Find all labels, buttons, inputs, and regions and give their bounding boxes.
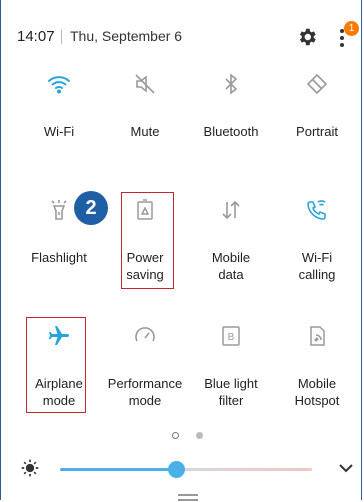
tile-wifi[interactable]: Wi-Fi (16, 62, 102, 180)
page-dot-current[interactable] (172, 432, 179, 439)
divider (61, 29, 62, 44)
tile-label-line: Mobile (297, 376, 337, 391)
tile-blue-light-filter[interactable]: B Blue light filter (188, 314, 274, 432)
tile-label-line: Hotspot (294, 393, 340, 408)
bluetooth-icon (225, 73, 238, 95)
tile-label: Mute (130, 124, 160, 139)
wifi-calling-icon (307, 200, 326, 220)
notification-badge: 1 (344, 21, 359, 36)
tile-mute[interactable]: Mute (102, 62, 188, 180)
tile-label: Wi-Fi calling (274, 249, 360, 283)
brightness-icon (21, 459, 39, 477)
highlight-power-saving (121, 192, 174, 289)
tile-label: Portrait (296, 124, 338, 139)
tile-label: Performance mode (102, 375, 188, 409)
tile-label-line: Wi-Fi (301, 250, 333, 265)
tile-label-line: Performance (107, 376, 183, 391)
tile-label: Wi-Fi (43, 124, 75, 139)
date: Thu, September 6 (70, 28, 183, 44)
tile-label-line: Blue light (204, 376, 258, 391)
brightness-fill (60, 468, 176, 471)
wifi-icon (48, 76, 70, 94)
performance-icon (135, 327, 155, 342)
flashlight-icon (51, 200, 67, 220)
tile-wifi-calling[interactable]: Wi-Fi calling (274, 188, 360, 306)
drag-handle[interactable] (178, 494, 198, 496)
tile-label: Mobile data (188, 249, 274, 283)
blue-light-icon: B (222, 326, 240, 346)
chevron-down-icon[interactable] (338, 462, 354, 474)
hotspot-icon (310, 326, 325, 346)
clock: 14:07 (17, 28, 55, 45)
tile-label: Flashlight (31, 250, 87, 265)
tile-label: Bluetooth (203, 124, 259, 139)
drag-handle-line (178, 499, 198, 501)
tile-label-line: filter (218, 393, 244, 408)
highlight-airplane-mode (26, 317, 86, 413)
brightness-slider[interactable] (60, 461, 312, 478)
tile-performance-mode[interactable]: Performance mode (102, 314, 188, 432)
tile-label: Mobile Hotspot (274, 375, 360, 409)
step-callout-badge: 2 (74, 191, 108, 225)
tile-label: Blue light filter (188, 375, 274, 409)
page-indicator (172, 432, 212, 442)
status-bar: 14:07 Thu, September 6 1 (0, 0, 364, 62)
tile-portrait[interactable]: Portrait (274, 62, 360, 180)
svg-text:B: B (228, 332, 235, 343)
tile-mobile-hotspot[interactable]: Mobile Hotspot (274, 314, 360, 432)
page-dot[interactable] (196, 432, 203, 439)
portrait-icon (306, 73, 328, 95)
brightness-knob[interactable] (168, 461, 185, 478)
tile-label-line: calling (298, 267, 336, 282)
tile-label-line: mode (128, 393, 162, 408)
tile-mobile-data[interactable]: Mobile data (188, 188, 274, 306)
mute-icon (135, 74, 155, 94)
brightness-track (176, 468, 312, 471)
tile-label-line: Mobile (211, 250, 251, 265)
mobile-data-icon (222, 200, 240, 220)
tile-bluetooth[interactable]: Bluetooth (188, 62, 274, 180)
settings-gear-icon[interactable] (296, 26, 318, 48)
tile-label-line: data (218, 267, 244, 282)
